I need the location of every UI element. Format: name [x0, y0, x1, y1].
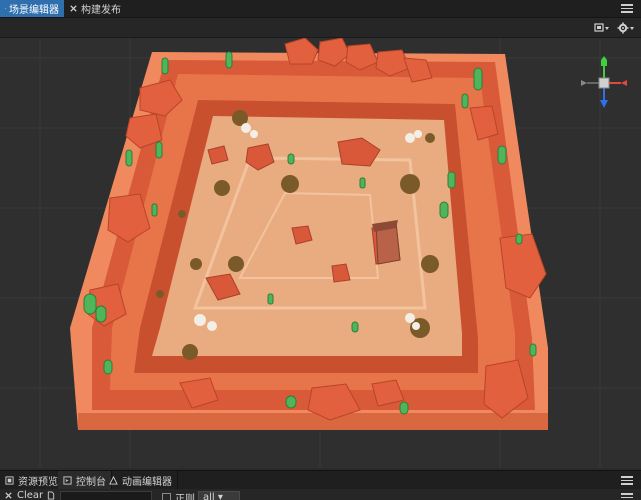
regex-label: 正则: [175, 494, 195, 500]
clear-icon: [5, 492, 12, 499]
tab-asset-preview[interactable]: 资源预览: [0, 471, 64, 489]
scene-icon: [5, 8, 6, 9]
regex-checkbox[interactable]: [162, 493, 171, 500]
scene-viewport[interactable]: [0, 38, 641, 468]
scene-canvas[interactable]: [0, 38, 641, 468]
bottom-panel-tabs: 资源预览 控制台 动画编辑器: [0, 470, 641, 489]
tab-scene-editor[interactable]: 场景编辑器: [0, 0, 64, 17]
clear-button[interactable]: Clear: [4, 490, 55, 500]
animation-icon: [109, 475, 118, 485]
gizmo-y-axis-icon[interactable]: [601, 56, 607, 66]
tab-scene-editor-label: 场景编辑器: [9, 5, 59, 16]
console-search-input[interactable]: [60, 491, 152, 500]
island-front-edge: [78, 413, 548, 430]
console-menu-icon[interactable]: [621, 491, 633, 500]
orientation-gizmo[interactable]: [577, 56, 631, 110]
gizmo-x-axis-icon[interactable]: [621, 80, 627, 86]
tab-animation-editor-label: 动画编辑器: [122, 476, 172, 488]
settings-button[interactable]: [617, 20, 635, 35]
tab-menu-icon[interactable]: [621, 2, 633, 14]
tab-build-publish-label: 构建发布: [81, 5, 121, 16]
gizmo-neg-x-icon[interactable]: [581, 80, 587, 86]
tab-build-publish[interactable]: 构建发布: [64, 0, 126, 17]
build-icon: [70, 5, 77, 12]
editor-tab-bar: 场景编辑器 构建发布: [0, 0, 641, 18]
console-toolbar: Clear 正则 all ▾: [0, 489, 641, 500]
camera-mode-button[interactable]: [594, 20, 612, 35]
asset-preview-icon: [5, 475, 14, 485]
file-icon: [48, 491, 55, 500]
bottom-panel-menu-icon[interactable]: [621, 474, 633, 486]
log-filter-select[interactable]: all ▾: [198, 491, 240, 500]
tab-animation-editor[interactable]: 动画编辑器: [104, 471, 178, 489]
gizmo-z-axis-icon[interactable]: [600, 100, 608, 108]
scene-toolbar: [0, 18, 641, 38]
regex-toggle[interactable]: 正则: [162, 490, 195, 500]
camera-mode-icon: [594, 22, 609, 32]
tab-asset-preview-label: 资源预览: [18, 476, 58, 488]
gizmo-center-cube-icon[interactable]: [598, 77, 610, 89]
tab-console-label: 控制台: [76, 476, 106, 488]
log-filter-value: all: [203, 492, 215, 500]
gear-icon: [617, 22, 634, 33]
console-icon: [63, 475, 72, 485]
clear-button-label: Clear: [17, 490, 44, 500]
